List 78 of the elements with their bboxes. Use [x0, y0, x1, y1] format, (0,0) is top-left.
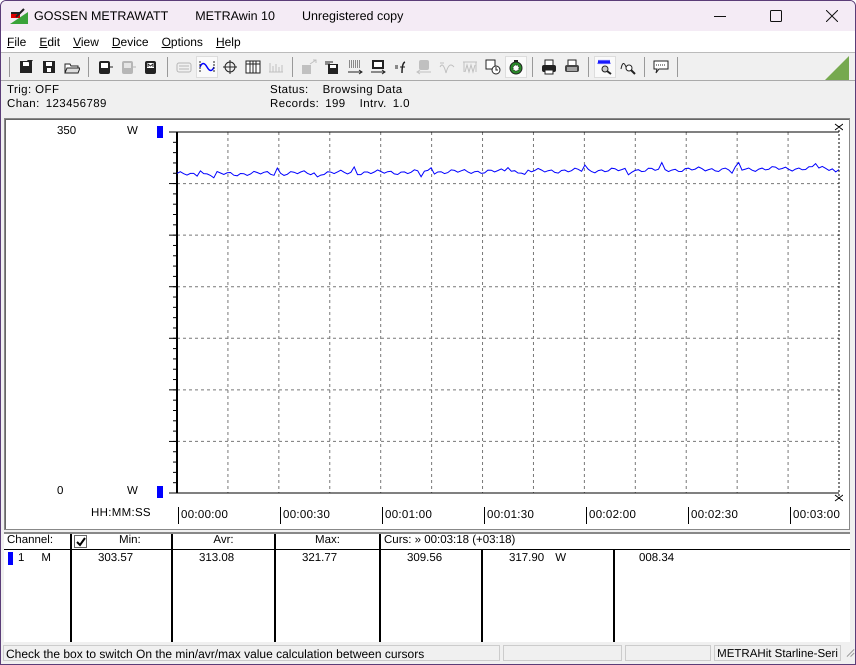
time-tick-label: 00:00:00	[178, 507, 280, 524]
wave-button[interactable]	[196, 56, 218, 78]
data-transfer-icon	[347, 58, 363, 74]
interval-label: Intrv.	[360, 97, 387, 111]
status-hint: Check the box to switch On the min/avr/max value calculation between cursors	[3, 645, 500, 661]
channel-label: Chan:	[7, 97, 40, 111]
unit-label: W	[555, 552, 566, 564]
axis-min-label: 0	[57, 485, 64, 497]
speech-bubble-icon	[653, 58, 669, 74]
cursor-header: Curs: » 00:03:18 (+03:18)	[383, 534, 516, 548]
menu-item[interactable]: Edit	[39, 34, 60, 48]
meter-icon	[143, 58, 159, 74]
wave-icon	[199, 58, 215, 74]
unit-label: W	[127, 125, 138, 137]
menu-item[interactable]: Help	[216, 34, 241, 48]
crosshair-icon	[222, 58, 238, 74]
column-header: Avr:	[173, 534, 276, 549]
printer-icon	[564, 58, 580, 74]
status-value: Browsing Data	[322, 83, 403, 97]
column-header: Min:	[119, 534, 141, 546]
clock-icon	[485, 58, 501, 74]
status-label: Status:	[270, 83, 309, 97]
app-icon	[10, 8, 28, 24]
maximize-icon[interactable]	[770, 10, 782, 22]
resize-grip-icon[interactable]	[846, 648, 855, 658]
table-cell: 303.57	[98, 552, 134, 564]
meter-icon	[97, 58, 113, 74]
table-cell: 309.56	[407, 552, 442, 564]
meter-icon	[120, 58, 136, 74]
wave-zoom-icon	[597, 58, 613, 74]
disk-transfer-icon	[324, 58, 340, 74]
menu-item[interactable]: Device	[112, 34, 149, 48]
channel-marker[interactable]	[157, 126, 163, 138]
cursor-line[interactable]	[834, 124, 843, 502]
time-tick-label: 00:01:00	[382, 507, 484, 524]
save-icon	[18, 58, 34, 74]
table-cell: 321.77	[302, 552, 338, 564]
calculation-checkbox[interactable]	[74, 535, 87, 548]
meter-icon	[416, 58, 432, 74]
window-title: GOSSEN METRAWATT	[34, 9, 168, 23]
axis-max-label: 350	[57, 125, 76, 137]
time-tick-label: 00:00:30	[280, 507, 382, 524]
menu-item[interactable]: View	[73, 34, 99, 48]
stopwatch-icon	[508, 58, 524, 74]
table-icon	[245, 58, 261, 74]
interval-value: 1.0	[392, 97, 410, 111]
records-label: Records:	[270, 97, 320, 111]
time-tick-label: 00:02:00	[586, 507, 688, 524]
channel-mode: M	[41, 552, 51, 564]
table-cell: 313.08	[199, 552, 234, 564]
table-cell: 317.90	[509, 552, 544, 564]
wave-icon	[462, 58, 478, 74]
window-title: Unregistered copy	[302, 9, 404, 23]
column-header: Channel:	[4, 534, 72, 549]
monitor-icon	[370, 58, 386, 74]
records-value: 199	[325, 97, 346, 111]
menu-item[interactable]: Options	[162, 34, 203, 48]
menu-item[interactable]: File	[7, 34, 26, 48]
table-cell: 008.34	[639, 552, 674, 564]
time-axis-label: HH:MM:SS	[91, 507, 152, 521]
trigger-status: Trig: OFF	[7, 83, 60, 97]
printer-icon	[541, 58, 557, 74]
stopwatch-button[interactable]	[505, 56, 527, 78]
save-icon	[41, 58, 57, 74]
wave-zoom-button[interactable]	[594, 56, 616, 78]
triangle-icon	[825, 56, 849, 80]
time-tick-label: 00:02:30	[688, 507, 790, 524]
time-tick-label: 00:01:30	[484, 507, 586, 524]
column-header: Max:	[276, 534, 381, 549]
channel-number: 1	[18, 552, 24, 564]
device-status: METRAHit Starline-Seri	[714, 645, 841, 661]
unit-label: W	[127, 485, 138, 497]
disk-transfer-icon	[301, 58, 317, 74]
window-title: METRAwin 10	[195, 9, 275, 23]
channel-marker[interactable]	[157, 486, 163, 498]
time-tick-label: 00:03:00	[790, 507, 855, 524]
channel-list: 123456789	[46, 97, 107, 111]
close-icon[interactable]	[826, 10, 838, 22]
